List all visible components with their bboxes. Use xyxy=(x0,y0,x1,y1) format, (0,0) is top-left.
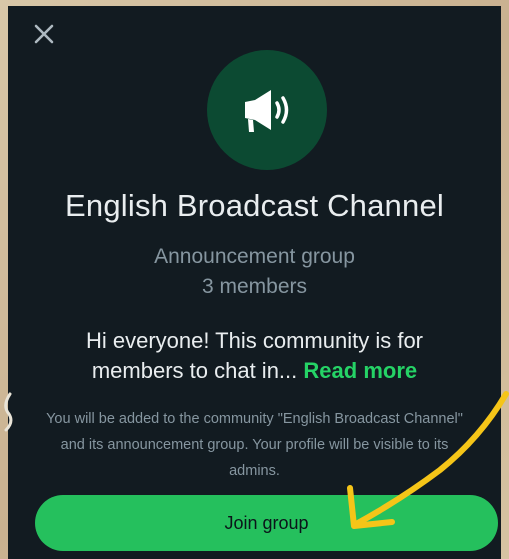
community-title: English Broadcast Channel xyxy=(65,188,444,223)
photo-background: English Broadcast Channel Announcement g… xyxy=(0,0,509,559)
megaphone-icon xyxy=(245,90,289,132)
community-subtitle: Announcement group 3 members xyxy=(8,242,501,302)
join-notice: You will be added to the community "Engl… xyxy=(46,411,463,479)
join-community-dialog: English Broadcast Channel Announcement g… xyxy=(8,6,501,559)
close-button[interactable] xyxy=(30,20,58,48)
community-description: Hi everyone! This community is for membe… xyxy=(48,326,461,386)
annotation-scribble xyxy=(4,392,13,432)
community-avatar xyxy=(207,50,327,170)
join-group-button[interactable]: Join group xyxy=(35,495,498,551)
close-icon xyxy=(34,24,54,44)
member-count: 3 members xyxy=(201,275,308,298)
group-type-label: Announcement group xyxy=(154,245,355,268)
read-more-link[interactable]: Read more xyxy=(303,358,417,383)
